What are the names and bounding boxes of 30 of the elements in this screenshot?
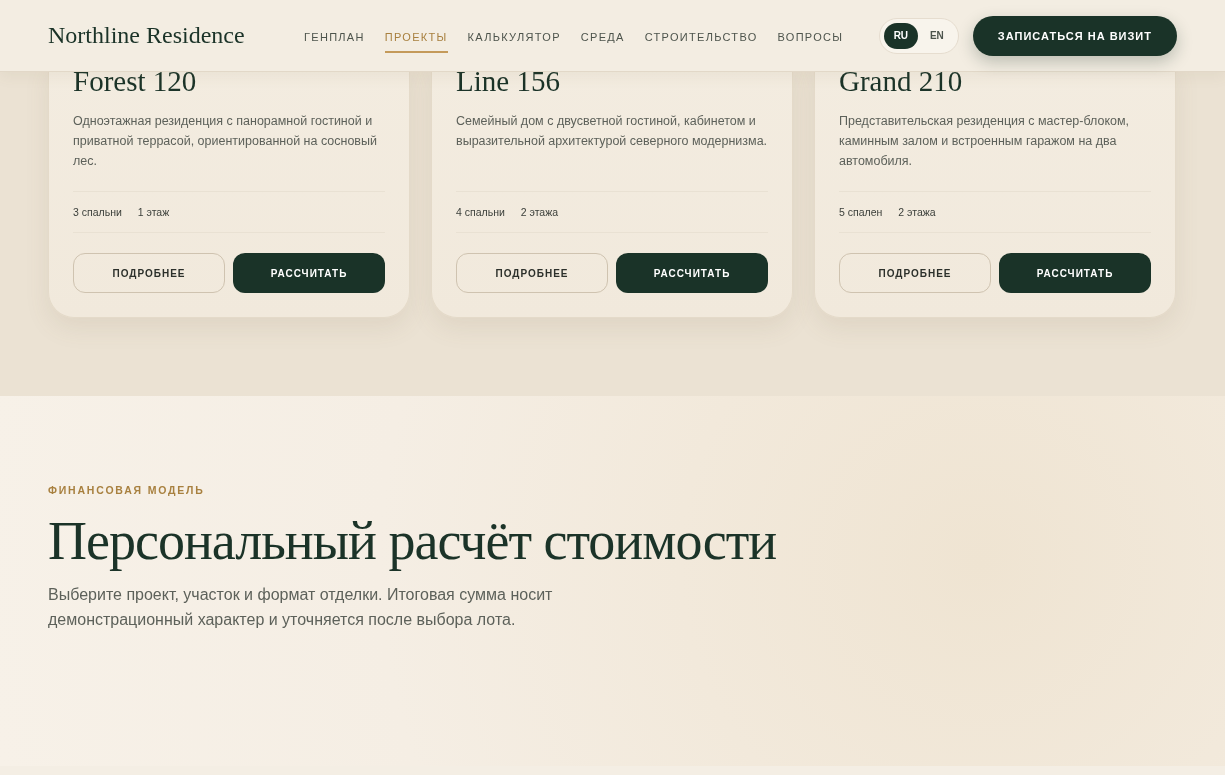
project-spec: 3 спальни <box>73 206 122 218</box>
language-button[interactable]: EN <box>919 22 954 49</box>
project-title: Forest 120 <box>73 64 198 98</box>
details-button[interactable]: ПОДРОБНЕЕ <box>839 253 991 293</box>
project-description: Семейный дом с двусветной гостиной, кабинетом и выразительной архитектурой северного модернизма. <box>456 113 768 150</box>
project-spec: 5 спален <box>839 206 883 218</box>
project-description: Представительская резиденция с мастер-блоком, каминным залом и встроенным гаражом на два автомобиля. <box>839 113 1131 170</box>
project-description: Одноэтажная резиденция с панорамной гостиной и приватной террасой, ориентированной на сосновый лес. <box>73 113 378 170</box>
project-spec: 2 этажа <box>898 206 936 218</box>
section-heading: Персональный расчёт стоимости <box>48 510 778 572</box>
visit-button[interactable]: ЗАПИСАТЬСЯ НА ВИЗИТ <box>972 15 1177 56</box>
nav-link[interactable]: КАЛЬКУЛЯТОР <box>467 22 561 53</box>
nav-link[interactable]: СРЕДА <box>580 22 625 53</box>
calculate-button[interactable]: РАССЧИТАТЬ <box>233 253 385 293</box>
calculate-button[interactable]: РАССЧИТАТЬ <box>999 253 1151 293</box>
project-spec: 4 спальни <box>456 206 505 218</box>
nav-link[interactable]: ГЕНПЛАН <box>304 22 365 53</box>
calculate-button[interactable]: РАССЧИТАТЬ <box>616 253 768 293</box>
logo[interactable]: Northline Residence <box>48 22 286 49</box>
section-lead: Выберите проект, участок и формат отделки. Итоговая сумма носит демонстрационный характер и уточняется после выбора лота. <box>48 585 554 630</box>
section-eyebrow: ФИНАНСОВАЯ МОДЕЛЬ <box>48 484 206 496</box>
nav-link[interactable]: ВОПРОСЫ <box>777 22 844 53</box>
project-title: Grand 210 <box>839 64 964 98</box>
nav-link[interactable]: СТРОИТЕЛЬСТВО <box>644 22 758 53</box>
project-spec: 1 этаж <box>137 206 170 218</box>
language-button[interactable]: RU <box>883 22 918 49</box>
project-title: Line 156 <box>456 64 561 98</box>
details-button[interactable]: ПОДРОБНЕЕ <box>73 253 225 293</box>
details-button[interactable]: ПОДРОБНЕЕ <box>456 253 608 293</box>
project-spec: 2 этажа <box>520 206 559 218</box>
